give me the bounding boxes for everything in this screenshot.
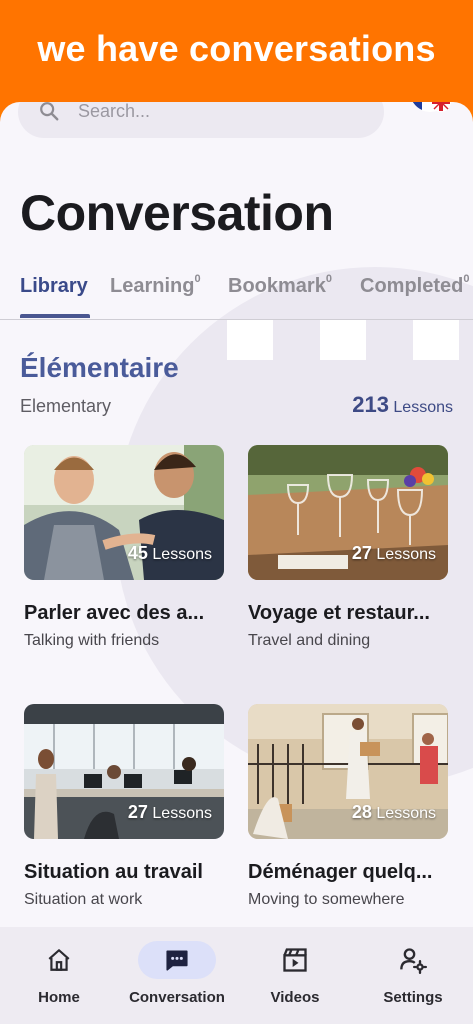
nav-conversation[interactable]: Conversation [118,941,236,1006]
lessons-badge: 27 Lessons [352,543,436,564]
settings-icon [400,948,427,974]
nav-videos[interactable]: Videos [236,941,354,1006]
tab-count: 0 [194,273,201,286]
active-tab-indicator [20,314,90,318]
course-thumbnail: 27 Lessons [24,704,224,839]
nav-home[interactable]: Home [0,941,118,1006]
page-title: Conversation [20,185,334,241]
course-thumbnail: 45 Lessons [24,445,224,580]
lesson-count-label: Lessons [393,399,453,416]
course-title: Voyage et restaur... [248,602,430,624]
lessons-badge: 45 Lessons [128,543,212,564]
bottom-navigation: Home Conversation Videos Settings [0,927,473,1024]
course-title: Parler avec des a... [24,602,205,624]
search-placeholder: Search... [78,102,151,121]
tab-label: Learning [110,275,195,297]
lessons-number: 45 [127,543,148,563]
background-square [320,320,366,360]
video-icon [283,948,307,972]
tab-label: Bookmark [228,275,326,297]
lesson-count: 213 Lessons [352,392,453,418]
lessons-number: 27 [127,802,148,822]
lessons-number: 28 [351,802,372,822]
course-card[interactable]: 45 Lessons Parler avec des a... Talking … [24,445,224,650]
banner-text: we have conversations [37,28,436,69]
course-thumbnail: 27 Lessons [248,445,448,580]
tab-count: 0 [325,273,332,286]
tab-bar: Library Learning0 Bookmark0 Completed0 [0,270,473,320]
lessons-label: Lessons [152,546,212,563]
nav-label: Settings [383,989,443,1006]
nav-pill [138,941,216,979]
course-subtitle: Travel and dining [248,632,371,649]
lesson-count-number: 213 [352,392,389,417]
nav-pill [20,941,98,979]
tab-label: Library [20,275,88,297]
promo-banner: we have conversations [0,0,473,110]
tab-completed[interactable]: Completed0 [360,273,470,298]
chat-icon [166,950,188,971]
course-card[interactable]: 28 Lessons Déménager quelq... Moving to … [248,704,448,909]
lessons-label: Lessons [152,805,212,822]
lessons-label: Lessons [376,805,436,822]
tab-count: 0 [463,273,470,286]
tab-learning[interactable]: Learning0 [110,273,201,298]
background-square [227,320,273,360]
lessons-label: Lessons [376,546,436,563]
nav-settings[interactable]: Settings [354,941,472,1006]
tab-library[interactable]: Library [20,275,88,298]
course-title: Déménager quelq... [248,861,433,883]
course-card[interactable]: 27 Lessons Voyage et restaur... Travel a… [248,445,448,650]
home-icon [48,949,70,971]
nav-label: Home [38,989,80,1006]
level-subtitle: Elementary [20,396,112,416]
background-square [413,320,459,360]
tab-label: Completed [360,275,464,297]
course-subtitle: Moving to somewhere [248,891,405,908]
app-screen: Search... Conversation Library Learning0… [0,102,473,1024]
lessons-badge: 28 Lessons [352,802,436,823]
level-title: Élémentaire [20,352,179,383]
course-subtitle: Talking with friends [24,632,160,649]
nav-pill [256,941,334,979]
course-subtitle: Situation at work [24,891,143,908]
search-icon [40,102,59,121]
search-bar[interactable]: Search... [18,102,384,138]
course-title: Situation au travail [24,861,203,883]
tab-bookmark[interactable]: Bookmark0 [228,273,332,298]
language-flag-icon[interactable] [408,102,454,126]
lessons-badge: 27 Lessons [128,802,212,823]
nav-label: Videos [270,989,320,1006]
course-card[interactable]: 27 Lessons Situation au travail Situatio… [24,704,224,909]
course-thumbnail: 28 Lessons [248,704,448,839]
lessons-number: 27 [351,543,372,563]
nav-label: Conversation [129,989,225,1006]
nav-pill [374,941,452,979]
